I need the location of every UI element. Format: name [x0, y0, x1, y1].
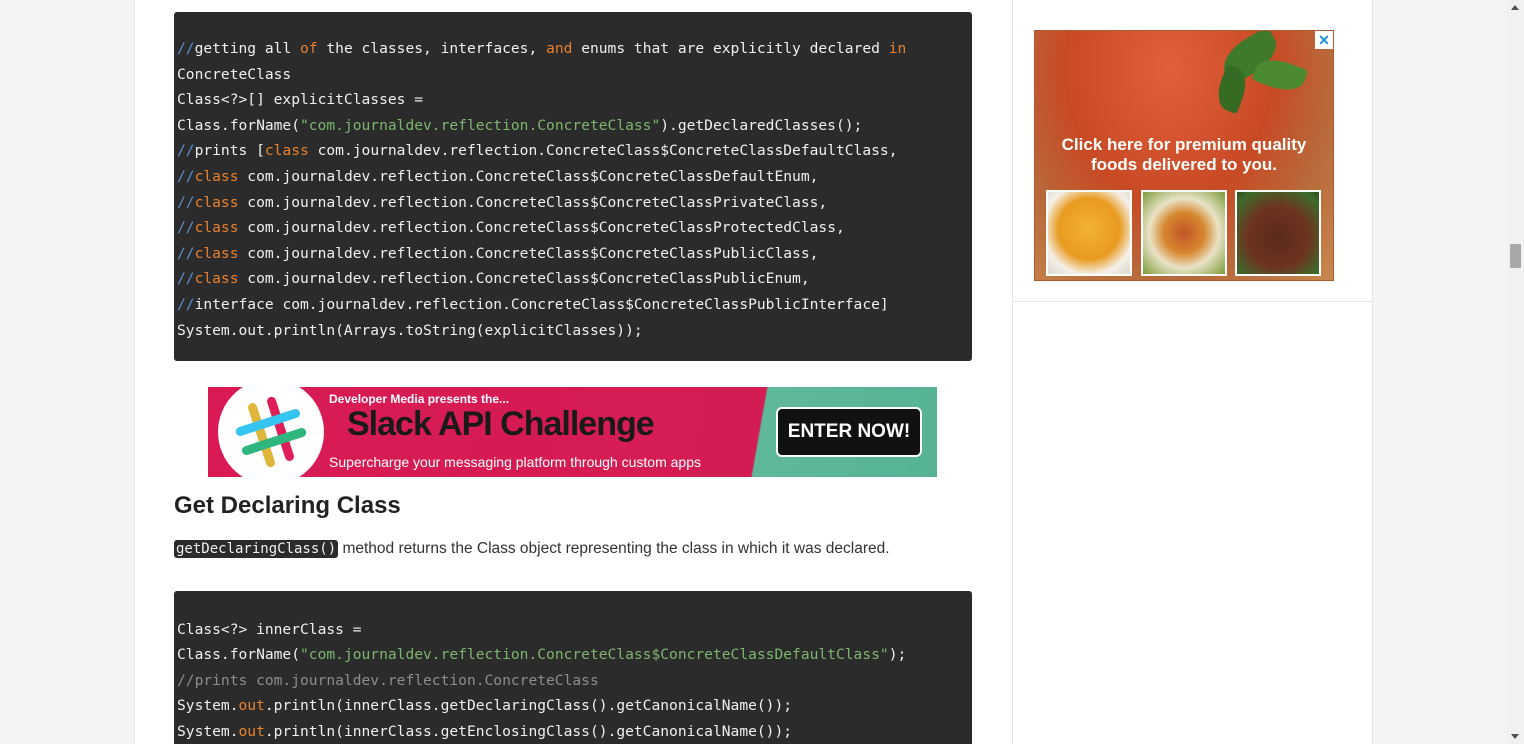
close-icon[interactable]: ✕ [1315, 31, 1333, 49]
paragraph-text: method returns the Class object represen… [338, 540, 890, 557]
code-token: // [177, 270, 195, 288]
code-token: out [238, 697, 265, 715]
code-line: Class<?> innerClass = [177, 617, 972, 643]
slack-logo [218, 387, 324, 477]
food-delivery-ad[interactable]: Click here for premium quality foods del… [1034, 30, 1334, 281]
code-line: ConcreteClass [177, 62, 972, 88]
code-line: System.out.println(innerClass.getDeclari… [177, 693, 972, 719]
code-token: //prints com.journaldev.reflection.Concr… [177, 671, 599, 689]
code-token: // [177, 142, 195, 160]
code-line: Class.forName("com.journaldev.reflection… [177, 642, 972, 668]
code-token: // [177, 244, 195, 262]
code-token: com.journaldev.reflection.ConcreteClass$… [238, 167, 819, 185]
code-token: System.out.println(Arrays.toString(expli… [177, 321, 643, 339]
inline-code: getDeclaringClass() [174, 540, 339, 558]
food-ad-text: Click here for premium quality foods del… [1035, 135, 1333, 175]
code-token: // [177, 40, 195, 57]
code-token: class [194, 244, 239, 262]
slack-ad-title: Slack API Challenge [347, 405, 655, 443]
slack-ad-subtitle: Supercharge your messaging platform thro… [329, 454, 701, 470]
code-token: class [194, 219, 239, 237]
code-token: // [177, 295, 195, 313]
code-token: com.journaldev.reflection.ConcreteClass$… [238, 193, 828, 211]
code-token: of [300, 40, 318, 57]
code-token: .println(innerClass.getEnclosingClass().… [264, 722, 793, 740]
food-thumbnail-beef [1235, 190, 1321, 276]
code-line: //class com.journaldev.reflection.Concre… [177, 241, 972, 267]
code-token: prints [ [194, 142, 265, 160]
code-token: enums that are explicitly declared [572, 40, 889, 57]
code-token: interface com.journaldev.reflection.Conc… [194, 295, 889, 313]
code-line: //getting all of the classes, interfaces… [177, 36, 972, 62]
code-line: //class com.journaldev.reflection.Concre… [177, 215, 972, 241]
code-block-declaring-class: Class<?> innerClass = Class.forName("com.… [174, 591, 972, 744]
code-token: .println(innerClass.getDeclaringClass().… [264, 697, 793, 715]
code-token: getting all [194, 40, 301, 57]
code-token: System. [177, 722, 239, 740]
code-token: class [194, 167, 239, 185]
code-token: class [194, 193, 239, 211]
code-line: //class com.journaldev.reflection.Concre… [177, 190, 972, 216]
code-token: "com.journaldev.reflection.ConcreteClass… [300, 646, 889, 664]
section-heading: Get Declaring Class [174, 492, 401, 519]
code-token: // [177, 193, 195, 211]
code-token: ConcreteClass [177, 65, 292, 83]
code-line: System.out.println(innerClass.getEnclosi… [177, 719, 972, 744]
food-thumbnail-mac-cheese [1046, 190, 1132, 276]
code-token: and [546, 40, 573, 57]
code-token: Class.forName( [177, 116, 301, 134]
code-token: Class<?>[] explicitClasses = [177, 91, 424, 109]
page-scrollbar[interactable] [1507, 0, 1524, 744]
food-ad-text-line2: foods delivered to you. [1090, 155, 1278, 174]
code-line: //prints com.journaldev.reflection.Concr… [177, 668, 972, 694]
code-line: System.out.println(Arrays.toString(expli… [177, 318, 972, 344]
scroll-up-icon[interactable] [1511, 5, 1519, 10]
code-token: Class.forName( [177, 646, 301, 664]
code-token: com.journaldev.reflection.ConcreteClass$… [308, 142, 898, 160]
slack-ad-pretitle: Developer Media presents the... [329, 392, 510, 406]
code-token: ); [888, 646, 907, 664]
scroll-down-icon[interactable] [1511, 734, 1519, 739]
code-token: "com.journaldev.reflection.ConcreteClass… [300, 116, 661, 134]
code-line: //interface com.journaldev.reflection.Co… [177, 292, 972, 318]
code-line: //prints [class com.journaldev.reflectio… [177, 138, 972, 164]
code-token: class [264, 142, 309, 160]
code-token: com.journaldev.reflection.ConcreteClass$… [238, 219, 845, 237]
code-token: Class<?> innerClass = [177, 620, 362, 638]
code-token: out [238, 722, 265, 740]
code-line: //class com.journaldev.reflection.Concre… [177, 164, 972, 190]
code-line: Class.forName("com.journaldev.reflection… [177, 113, 972, 139]
enter-now-button[interactable]: ENTER NOW! [776, 407, 922, 457]
slack-hash-icon [235, 396, 307, 468]
scrollbar-thumb[interactable] [1510, 244, 1521, 268]
food-ad-text-line1: Click here for premium quality [1061, 135, 1307, 154]
code-token: in [888, 40, 907, 57]
section-paragraph: getDeclaringClass() method returns the C… [174, 540, 890, 558]
code-token: // [177, 219, 195, 237]
code-line: //class com.journaldev.reflection.Concre… [177, 266, 972, 292]
code-token: ).getDeclaredClasses(); [660, 116, 863, 134]
code-line: Class<?>[] explicitClasses = [177, 87, 972, 113]
code-token: com.journaldev.reflection.ConcreteClass$… [238, 244, 819, 262]
code-token: System. [177, 697, 239, 715]
food-thumbnail-rice-veg [1141, 190, 1227, 276]
code-token: // [177, 167, 195, 185]
slack-api-challenge-ad[interactable]: Developer Media presents the... Slack AP… [208, 387, 937, 477]
code-token: com.journaldev.reflection.ConcreteClass$… [238, 270, 810, 288]
code-token: the classes, interfaces, [317, 40, 547, 57]
code-token: class [194, 270, 239, 288]
code-block-declared-classes: //getting all of the classes, interfaces… [174, 12, 972, 361]
